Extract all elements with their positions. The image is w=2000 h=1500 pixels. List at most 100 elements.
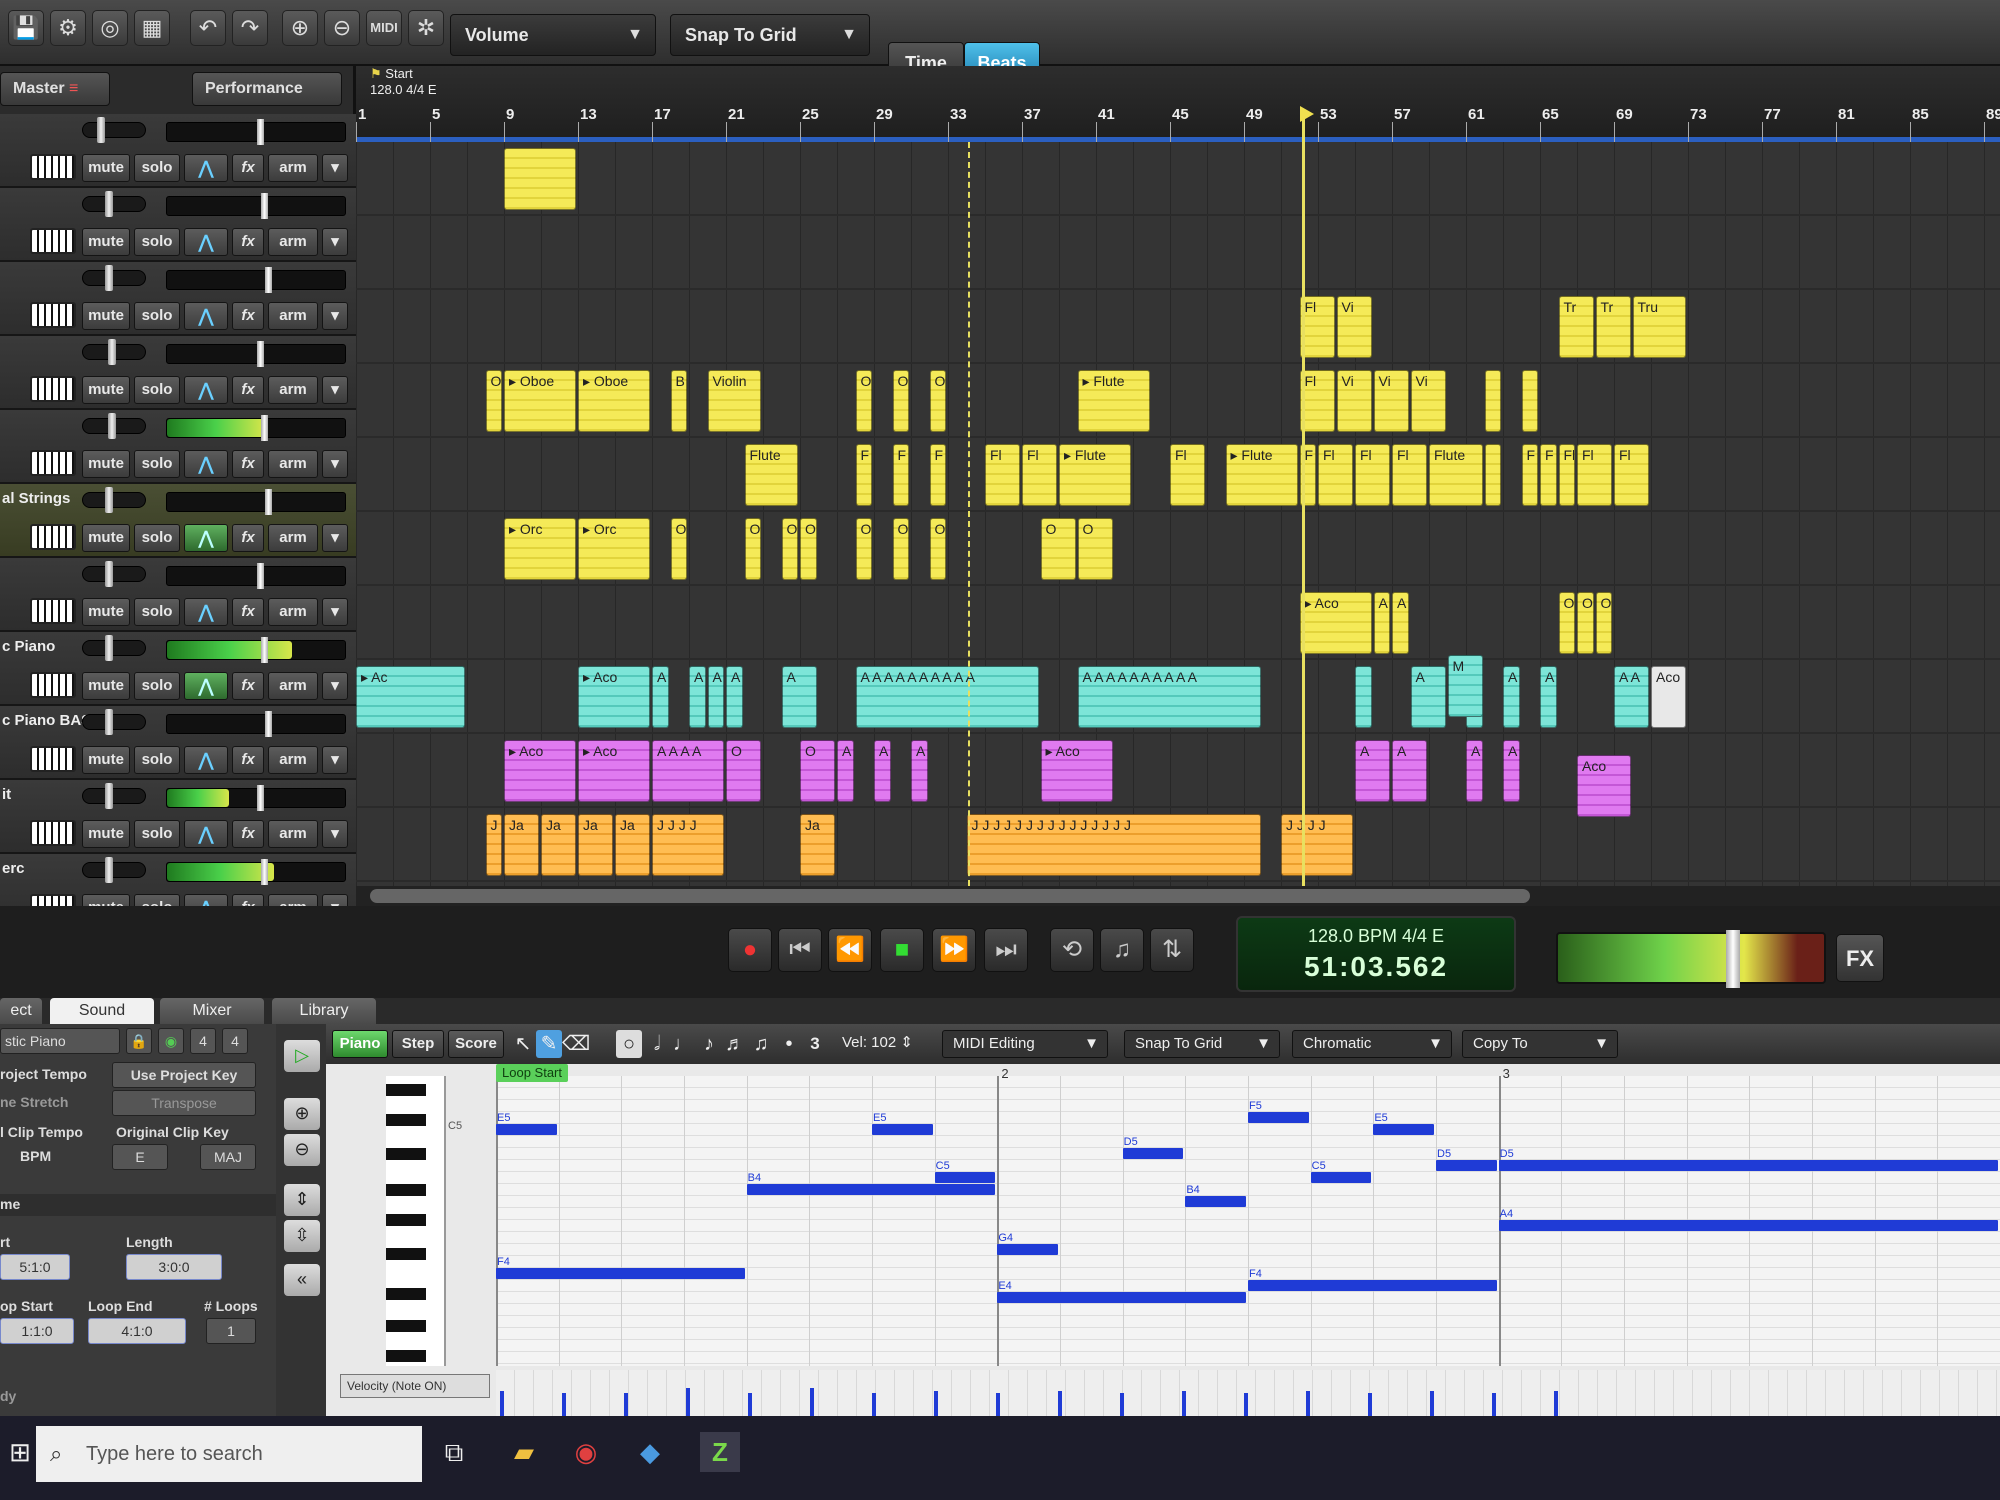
velocity-lane-selector[interactable]: Velocity (Note ON) (340, 1374, 490, 1398)
clip[interactable] (1521, 370, 1538, 432)
green-status-icon[interactable]: ◉ (158, 1028, 184, 1054)
midi-note[interactable] (1185, 1196, 1246, 1207)
track-menu-chevron-icon[interactable]: ▾ (322, 302, 348, 330)
length-field[interactable]: 3:0:0 (126, 1254, 222, 1280)
clip[interactable]: Vi (1373, 370, 1409, 432)
midi-note[interactable] (1373, 1124, 1434, 1135)
task-view-icon[interactable]: ⧉ (434, 1432, 474, 1472)
start-marker[interactable]: ⚑ Start 128.0 4/4 E (370, 66, 437, 98)
clip[interactable]: A (1410, 666, 1446, 728)
midi-note[interactable] (746, 1184, 996, 1195)
time-sig-denominator[interactable]: 4 (222, 1028, 248, 1054)
black-key[interactable] (386, 1148, 426, 1160)
pan-knob[interactable] (105, 857, 114, 883)
clip[interactable]: ▸ Flute (1077, 370, 1150, 432)
solo-button[interactable]: solo (134, 302, 180, 330)
arm-button[interactable]: arm (268, 376, 318, 404)
arm-button[interactable]: arm (268, 746, 318, 774)
clip[interactable]: F (892, 444, 909, 506)
clip[interactable]: A (1503, 666, 1520, 728)
pan-slider[interactable] (82, 857, 146, 883)
pointer-tool-icon[interactable]: ↖ (510, 1030, 536, 1058)
thirty-second-note-icon[interactable]: ♫ (748, 1030, 774, 1058)
mute-button[interactable]: mute (82, 598, 130, 626)
mute-button[interactable]: mute (82, 154, 130, 182)
piano-keyboard-icon[interactable] (30, 746, 76, 772)
clip[interactable]: Tr (1595, 296, 1631, 358)
quarter-note-icon[interactable]: ♩ (670, 1030, 696, 1058)
snap-dropdown[interactable]: Snap To Grid ▼ (670, 14, 870, 56)
black-key[interactable] (386, 1320, 426, 1332)
zoom-out-icon[interactable]: ⊖ (284, 1134, 320, 1166)
track-header[interactable]: c Piano BASS mute solo ⋀ fx arm ▾ (0, 706, 356, 780)
mute-button[interactable]: mute (82, 450, 130, 478)
clip[interactable]: Flute (744, 444, 798, 506)
volume-meter[interactable] (166, 637, 346, 663)
track-header[interactable]: mute solo ⋀ fx arm ▾ (0, 188, 356, 262)
clip[interactable]: Fl (1170, 444, 1205, 506)
clip[interactable]: ▸ Aco (578, 666, 650, 728)
clip[interactable]: A (689, 666, 706, 728)
arm-button[interactable]: arm (268, 228, 318, 256)
automation-icon[interactable]: ⋀ (184, 598, 228, 626)
clip[interactable]: A (1392, 740, 1427, 802)
clip[interactable]: F (855, 444, 872, 506)
clip[interactable]: Fl (1614, 444, 1649, 506)
track-menu-chevron-icon[interactable]: ▾ (322, 376, 348, 404)
tab-sound[interactable]: Sound (50, 998, 154, 1024)
mute-button[interactable]: mute (82, 524, 130, 552)
pan-slider[interactable] (82, 635, 146, 661)
clip[interactable]: Ja (615, 814, 650, 876)
master-volume-slider[interactable] (1556, 930, 1826, 988)
midi-note[interactable] (1498, 1160, 1998, 1171)
solo-button[interactable]: solo (134, 746, 180, 774)
clip[interactable]: O (892, 370, 909, 432)
edit-mode-dropdown[interactable]: MIDI Editing ▼ (942, 1030, 1108, 1058)
fx-button[interactable]: fx (232, 376, 264, 404)
tab-project[interactable]: ect (0, 998, 42, 1024)
black-key[interactable] (386, 1248, 426, 1260)
clip[interactable]: O (726, 740, 761, 802)
automation-icon[interactable]: ⋀ (184, 302, 228, 330)
fast-forward-button[interactable]: ⏩ (932, 928, 976, 972)
midi-button[interactable]: MIDI (366, 10, 402, 46)
clip[interactable]: Ja (578, 814, 613, 876)
eraser-tool-icon[interactable]: ⌫ (562, 1030, 590, 1058)
tab-mixer[interactable]: Mixer (160, 998, 264, 1024)
clip[interactable]: J J J J (1281, 814, 1353, 876)
volume-handle[interactable] (265, 711, 272, 737)
clip[interactable]: O (744, 518, 761, 580)
clip[interactable]: ▸ Aco (1299, 592, 1372, 654)
fx-button[interactable]: fx (232, 450, 264, 478)
mute-button[interactable]: mute (82, 228, 130, 256)
clip[interactable]: ▸ Aco (578, 740, 650, 802)
clip[interactable]: Ja (541, 814, 576, 876)
solo-button[interactable]: solo (134, 450, 180, 478)
track-menu-chevron-icon[interactable]: ▾ (322, 228, 348, 256)
velocity-bar[interactable] (872, 1393, 876, 1416)
volume-handle[interactable] (265, 267, 272, 293)
track-name[interactable]: erc (2, 860, 25, 877)
fx-button[interactable]: fx (232, 154, 264, 182)
track-header[interactable]: mute solo ⋀ fx arm ▾ (0, 558, 356, 632)
clip[interactable]: A (1373, 592, 1390, 654)
save-icon[interactable]: 💾 (8, 10, 44, 46)
pan-knob[interactable] (105, 561, 114, 587)
go-to-end-button[interactable]: ⏭ (984, 928, 1028, 972)
clip[interactable] (504, 148, 576, 210)
clip[interactable]: Violin (707, 370, 761, 432)
windows-start-icon[interactable]: ⊞ (0, 1432, 40, 1472)
track-header[interactable]: c Piano mute solo ⋀ fx arm ▾ (0, 632, 356, 706)
midi-note[interactable] (496, 1124, 557, 1135)
instrument-name[interactable]: stic Piano (0, 1028, 120, 1054)
loop-toggle-icon[interactable]: ⟲ (1050, 928, 1094, 972)
clip[interactable]: A (1392, 592, 1409, 654)
arm-button[interactable]: arm (268, 450, 318, 478)
track-menu-chevron-icon[interactable]: ▾ (322, 450, 348, 478)
midi-note[interactable] (1122, 1148, 1184, 1159)
arm-button[interactable]: arm (268, 302, 318, 330)
pan-slider[interactable] (82, 783, 146, 809)
clip[interactable]: Vi (1336, 296, 1372, 358)
piano-keyboard-icon[interactable] (30, 376, 76, 402)
clip[interactable]: F (929, 444, 946, 506)
